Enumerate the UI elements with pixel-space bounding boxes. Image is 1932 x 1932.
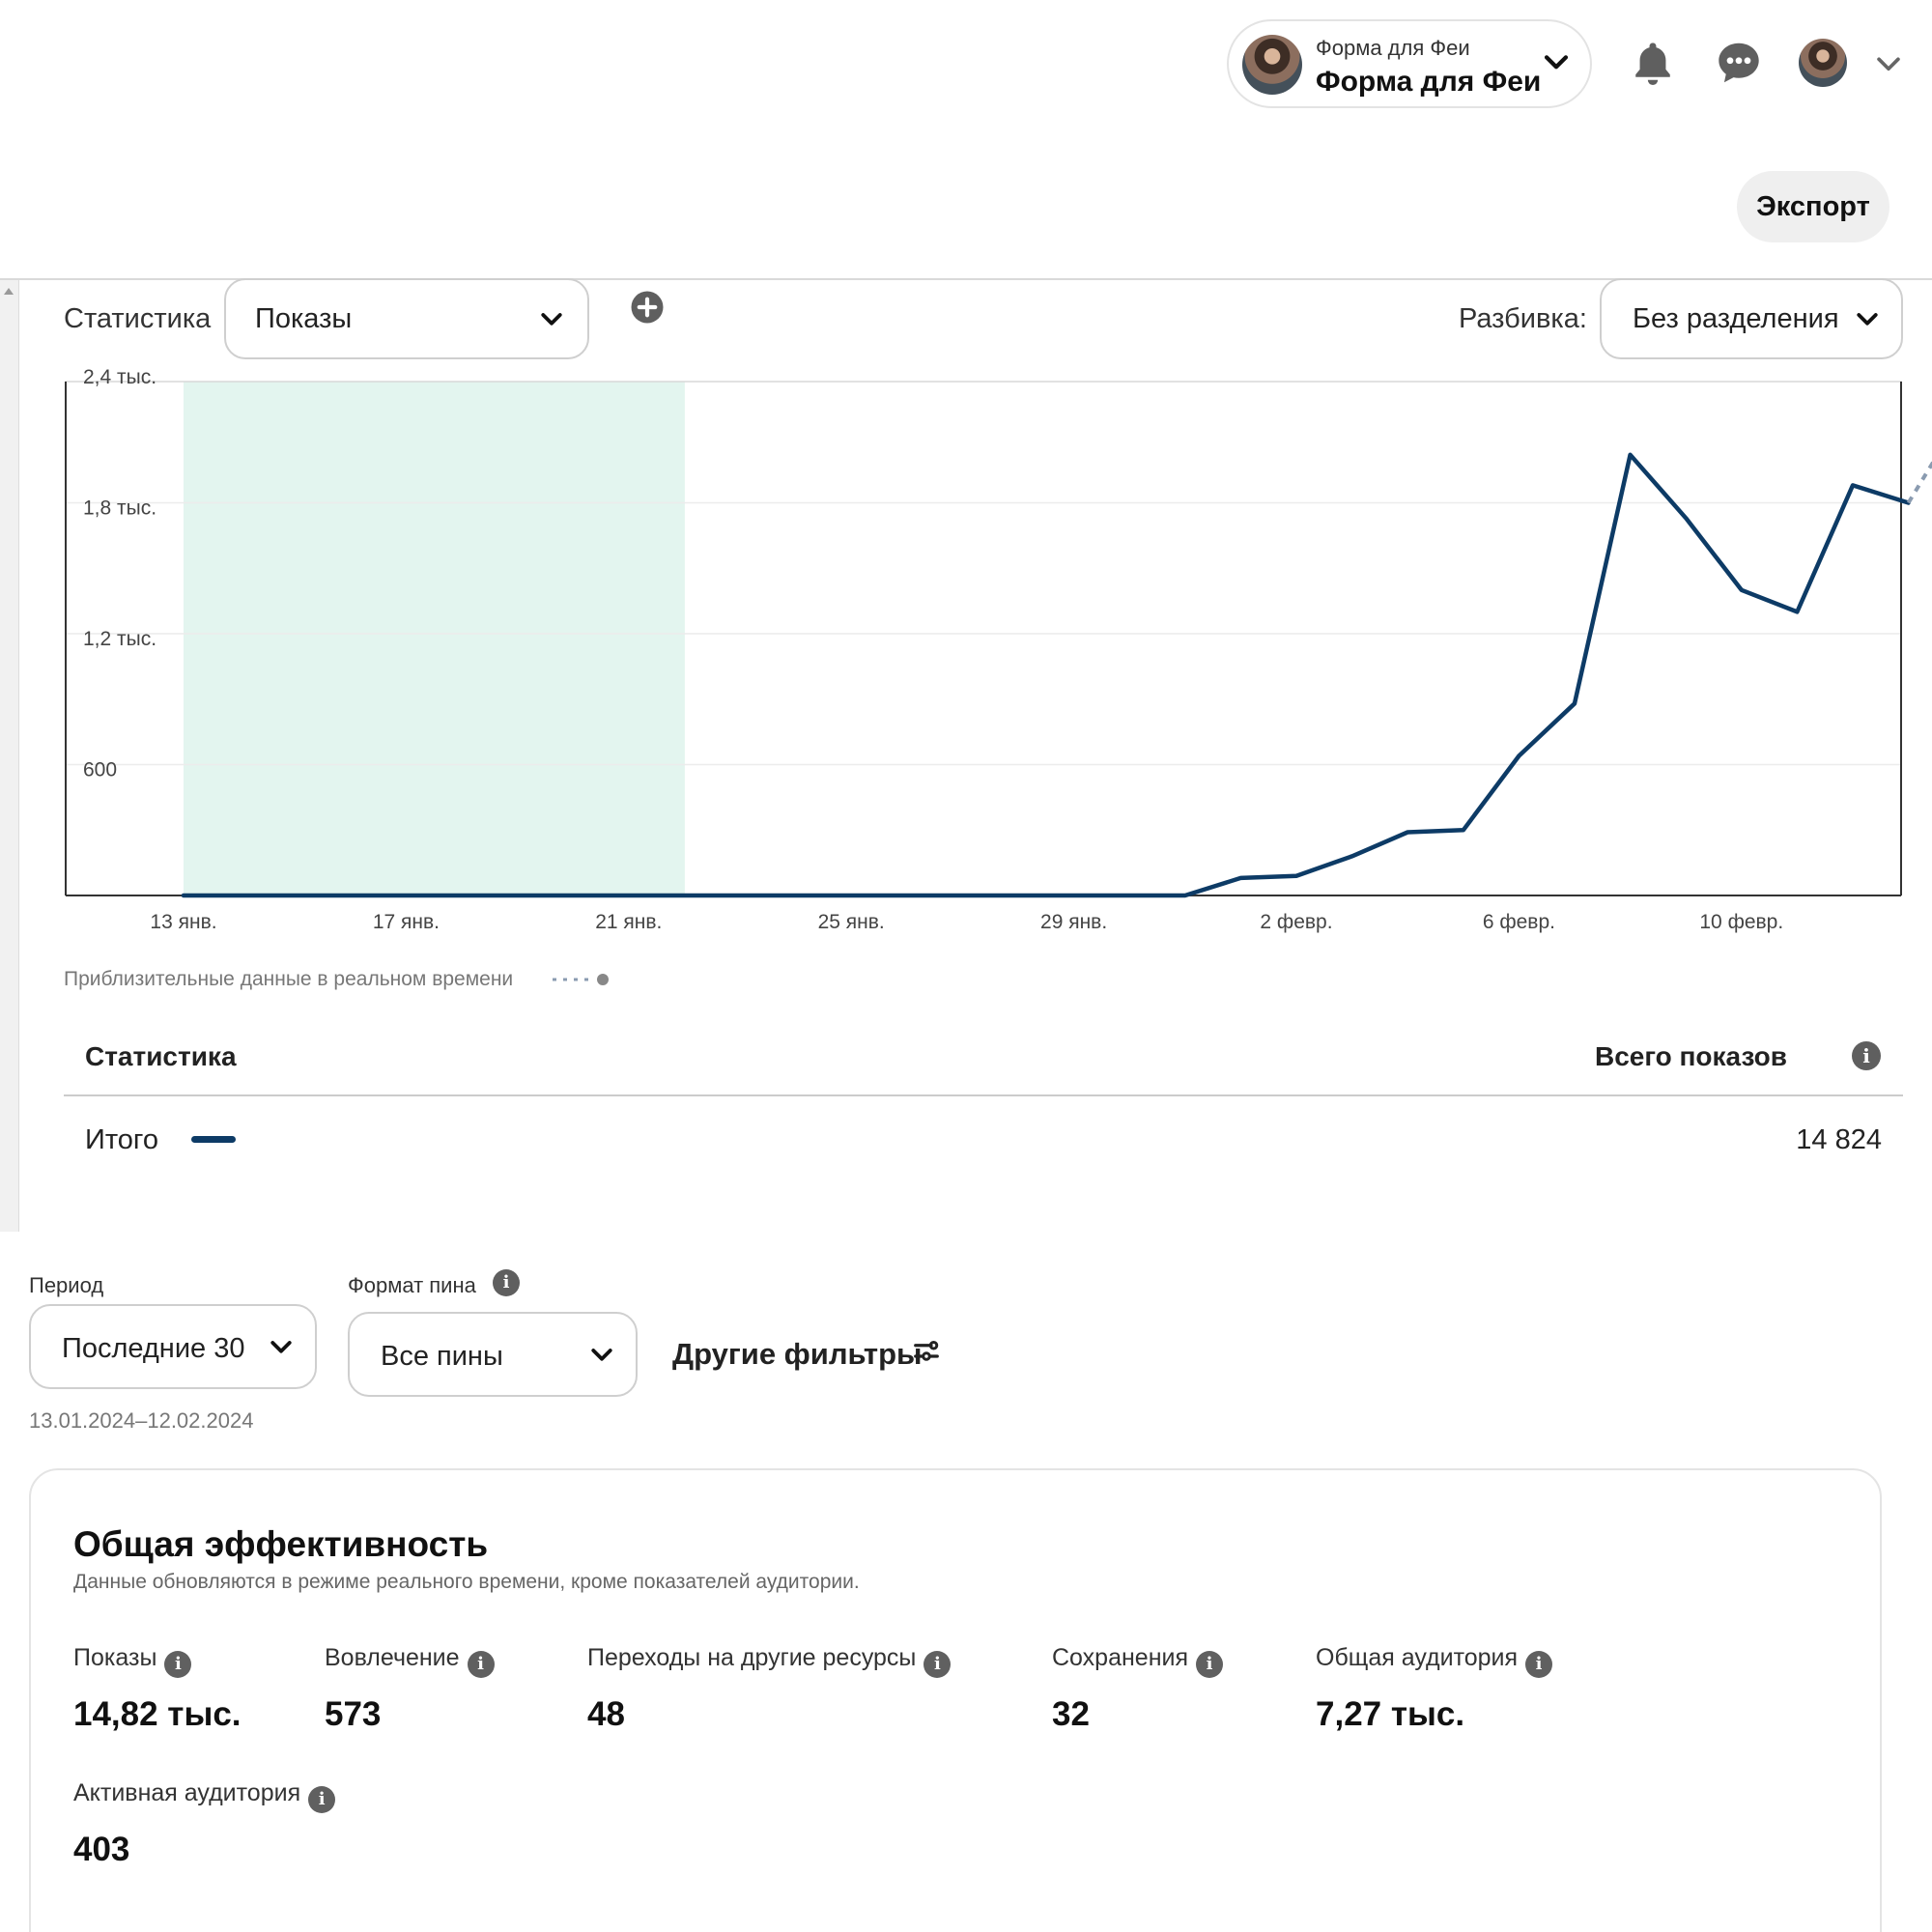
info-icon[interactable]: i	[1525, 1651, 1553, 1678]
account-sub-label: Форма для Феи	[1316, 36, 1470, 60]
series-swatch	[191, 1136, 236, 1143]
pin-format-select-value: Все пины	[381, 1341, 503, 1372]
more-filters-button[interactable]: Другие фильтры	[672, 1333, 922, 1376]
overview-subtitle: Данные обновляются в режиме реального вр…	[73, 1571, 860, 1593]
y-tick-label: 600	[83, 759, 117, 781]
highlight-range	[184, 382, 685, 895]
y-tick-label: 1,8 тыс.	[83, 497, 156, 520]
metric-label: Активная аудитория	[73, 1779, 301, 1806]
x-tick-label: 25 янв.	[818, 911, 885, 933]
period-label: Период	[29, 1273, 104, 1297]
account-avatar	[1242, 35, 1302, 95]
metric-engagement: Вовлечение i 573	[325, 1644, 495, 1734]
export-button[interactable]: Экспорт	[1737, 171, 1889, 242]
estimate-line	[1906, 460, 1932, 504]
overview-title: Общая эффективность	[73, 1524, 489, 1564]
y-tick-label: 1,2 тыс.	[83, 628, 156, 650]
info-icon[interactable]: i	[493, 1269, 520, 1296]
table-header-metric: Статистика	[85, 1041, 237, 1071]
metric-value: 14,82 тыс.	[73, 1695, 242, 1733]
date-range: 13.01.2024–12.02.2024	[29, 1408, 254, 1433]
chevron-down-icon[interactable]	[1872, 48, 1905, 81]
metric-value: 7,27 тыс.	[1316, 1695, 1465, 1733]
info-icon[interactable]: i	[1196, 1651, 1224, 1678]
period-select-value: Последние 30	[62, 1333, 245, 1364]
metric-label: Статистика	[64, 303, 212, 334]
impressions-line-chart: 600 1,2 тыс. 1,8 тыс. 2,4 тыс. 13 янв. 17 янв…	[65, 367, 1932, 933]
x-tick-label: 29 янв.	[1040, 911, 1107, 933]
total-row-value: 14 824	[1796, 1124, 1882, 1155]
metric-label: Переходы на другие ресурсы	[587, 1644, 917, 1671]
overview-card: Общая эффективность Данные обновляются в…	[29, 1468, 1882, 1932]
estimate-legend-marker	[553, 974, 609, 985]
x-tick-label: 2 февр.	[1260, 911, 1332, 933]
account-name: Форма для Феи	[1316, 66, 1542, 98]
metric-select[interactable]: Показы	[224, 278, 589, 359]
metric-label: Вовлечение	[325, 1644, 460, 1671]
filter-sliders-icon[interactable]	[912, 1337, 941, 1366]
metric-saves: Сохранения i 32	[1052, 1644, 1224, 1734]
metric-impressions: Показы i 14,82 тыс.	[73, 1644, 242, 1734]
chevron-down-icon	[270, 1341, 292, 1353]
x-tick-label: 6 февр.	[1483, 911, 1555, 933]
metric-value: 403	[73, 1831, 130, 1868]
x-tick-label: 21 янв.	[595, 911, 662, 933]
metric-value: 32	[1052, 1695, 1090, 1733]
metric-label: Общая аудитория	[1316, 1644, 1519, 1671]
bell-icon[interactable]	[1628, 37, 1678, 89]
metric-total-audience: Общая аудитория i 7,27 тыс.	[1316, 1644, 1553, 1734]
pin-format-select[interactable]: Все пины	[348, 1312, 638, 1397]
chat-icon[interactable]	[1712, 37, 1766, 89]
info-icon[interactable]: i	[308, 1786, 336, 1813]
metric-value: 573	[325, 1695, 382, 1733]
chevron-down-icon	[591, 1349, 612, 1361]
x-tick-label: 17 янв.	[373, 911, 440, 933]
info-icon[interactable]: i	[923, 1651, 952, 1678]
metric-value: 48	[587, 1695, 625, 1733]
period-select[interactable]: Последние 30	[29, 1304, 317, 1389]
breakdown-select[interactable]: Без разделения	[1600, 278, 1903, 359]
account-switcher[interactable]: Форма для Феи Форма для Феи	[1227, 19, 1592, 108]
breakdown-label: Разбивка:	[1459, 303, 1587, 334]
total-row-label: Итого	[85, 1124, 158, 1155]
add-metric-icon[interactable]	[630, 290, 665, 325]
table-divider	[64, 1094, 1903, 1096]
info-icon[interactable]: i	[164, 1651, 192, 1678]
chevron-down-icon	[1857, 313, 1878, 326]
info-icon[interactable]: i	[1852, 1041, 1881, 1070]
y-tick-label: 2,4 тыс.	[83, 367, 156, 388]
metric-label: Показы	[73, 1644, 157, 1671]
breakdown-select-value: Без разделения	[1633, 303, 1839, 334]
pin-format-label: Формат пина	[348, 1273, 476, 1297]
x-tick-label: 10 февр.	[1699, 911, 1783, 933]
metric-label: Сохранения	[1052, 1644, 1189, 1671]
info-icon[interactable]: i	[467, 1651, 495, 1678]
x-tick-label: 13 янв.	[150, 911, 216, 933]
metric-select-value: Показы	[255, 303, 353, 334]
metric-outbound-clicks: Переходы на другие ресурсы i 48	[587, 1644, 952, 1734]
table-header-total: Всего показов	[1594, 1041, 1787, 1071]
metric-engaged-audience: Активная аудитория i 403	[73, 1779, 336, 1869]
user-avatar[interactable]	[1799, 39, 1847, 87]
realtime-estimate-note: Приблизительные данные в реальном времен…	[64, 968, 514, 990]
chevron-down-icon	[1544, 55, 1569, 70]
chevron-down-icon	[541, 313, 562, 326]
